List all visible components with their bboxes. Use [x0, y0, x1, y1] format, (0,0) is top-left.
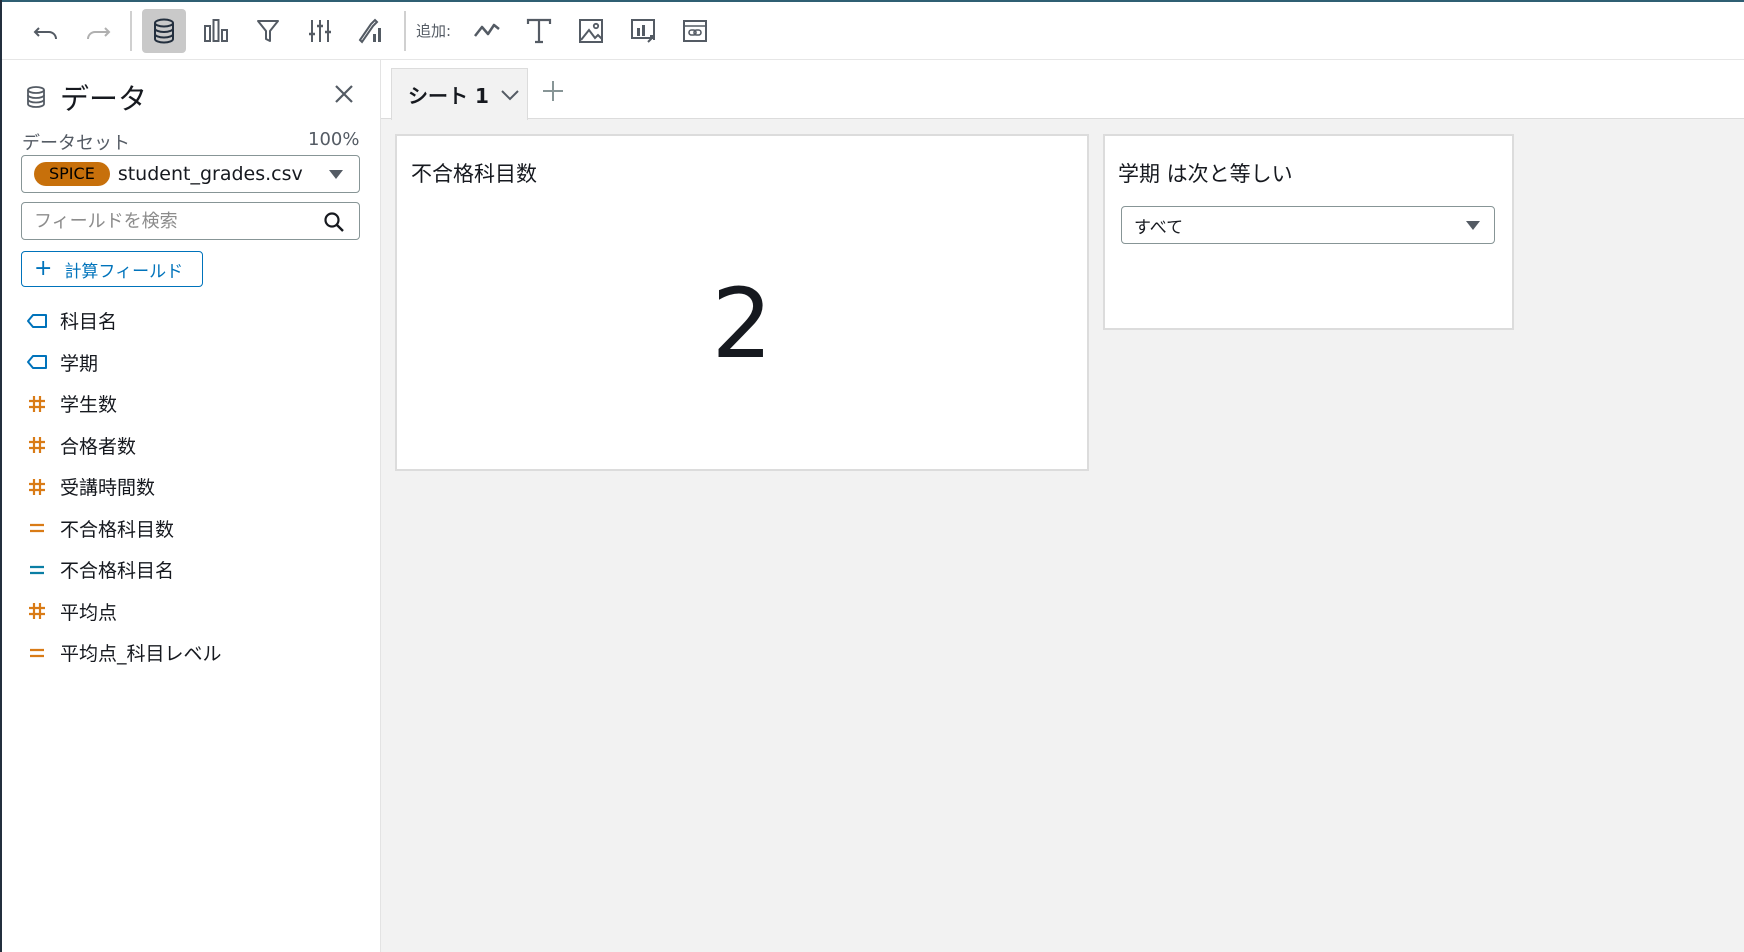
sheet-canvas: シート 1 不合格科目数 2 学期 は次と等しい すべて: [381, 60, 1744, 952]
field-name: 受講時間数: [60, 477, 156, 500]
toolbar: 追加:: [2, 2, 1744, 60]
insights-icon: [358, 18, 381, 44]
sheet-tab-bar: シート 1: [381, 60, 1744, 120]
field-item[interactable]: 合格者数: [26, 425, 222, 467]
dataset-name: student_grades.csv: [117, 163, 303, 185]
redo-icon: [87, 26, 111, 39]
close-icon[interactable]: [330, 80, 358, 108]
insights-button[interactable]: [350, 9, 394, 53]
field-search: [21, 202, 360, 240]
sliders-icon: [309, 19, 331, 42]
undo-icon: [33, 26, 57, 39]
field-item[interactable]: 受講時間数: [26, 466, 222, 508]
field-item[interactable]: 不合格科目名: [26, 549, 222, 591]
sheet-tab-label: シート 1: [408, 84, 489, 108]
measure-hash-icon: [26, 434, 48, 456]
text-icon: [526, 18, 552, 43]
filter-control-value: すべて: [1134, 217, 1184, 238]
field-search-input[interactable]: [34, 210, 314, 232]
field-name: 学生数: [60, 394, 118, 417]
spice-badge: SPICE: [34, 162, 110, 186]
add-text-button[interactable]: [517, 9, 561, 53]
bar-chart-icon: [204, 18, 228, 42]
field-item[interactable]: 不合格科目数: [26, 508, 222, 550]
visualize-button[interactable]: [194, 9, 238, 53]
add-image-button[interactable]: [569, 9, 613, 53]
add-sheet-icon[interactable]: [538, 76, 568, 106]
embed-visual-icon: [631, 18, 656, 43]
add-calculated-field-button[interactable]: + 計算フィールド: [21, 251, 203, 287]
quicksight-analysis: 追加: データ データセット 100% SPICE student_grades…: [0, 0, 1744, 952]
measure-hash-icon: [26, 393, 48, 415]
field-item[interactable]: 学生数: [26, 383, 222, 425]
calculated-field-icon: [26, 642, 48, 664]
filter-control-title: 学期 は次と等しい: [1118, 162, 1293, 186]
tab-sheet-1[interactable]: シート 1: [391, 68, 528, 120]
dimension-tag-icon: [26, 351, 48, 373]
filter-button[interactable]: [246, 9, 290, 53]
undo-button[interactable]: [24, 9, 68, 53]
line-chart-icon: [474, 23, 500, 37]
field-item[interactable]: 科目名: [26, 300, 222, 342]
field-name: 学期: [60, 352, 99, 375]
kpi-visual[interactable]: 不合格科目数 2: [395, 134, 1089, 471]
add-embedded-visual-button[interactable]: [621, 9, 665, 53]
image-icon: [579, 18, 604, 43]
filter-control-dropdown[interactable]: すべて: [1121, 206, 1495, 244]
caret-down-icon: [1466, 221, 1480, 230]
field-name: 平均点: [60, 601, 118, 624]
field-name: 科目名: [60, 311, 118, 334]
field-name: 平均点_科目レベル: [60, 643, 222, 666]
data-panel: データ データセット 100% SPICE student_grades.csv…: [2, 60, 381, 952]
database-icon: [27, 86, 45, 108]
plus-icon: +: [34, 256, 53, 281]
parameters-button[interactable]: [298, 9, 342, 53]
dimension-tag-icon: [26, 310, 48, 332]
dataset-label: データセット: [22, 133, 130, 154]
redo-button[interactable]: [76, 9, 120, 53]
calculated-field-icon: [26, 559, 48, 581]
search-icon[interactable]: [323, 211, 345, 233]
calculated-field-icon: [26, 517, 48, 539]
toolbar-divider-2: [404, 10, 406, 51]
dataset-icon: [154, 18, 174, 43]
dataset-button[interactable]: [142, 8, 186, 53]
field-name: 合格者数: [60, 435, 137, 458]
chevron-down-icon[interactable]: [499, 85, 521, 105]
add-link-button[interactable]: [673, 9, 717, 53]
filter-icon: [257, 19, 279, 42]
field-name: 不合格科目名: [60, 560, 175, 583]
toolbar-divider: [130, 10, 132, 51]
panel-title: データ: [60, 82, 148, 116]
field-item[interactable]: 平均点: [26, 591, 222, 633]
measure-hash-icon: [26, 600, 48, 622]
field-item[interactable]: 平均点_科目レベル: [26, 632, 222, 674]
dataset-percent: 100%: [308, 129, 360, 150]
filter-control-visual[interactable]: 学期 は次と等しい すべて: [1103, 134, 1514, 330]
calc-field-label: 計算フィールド: [64, 261, 184, 282]
link-icon: [683, 19, 708, 42]
field-list: 科目名 学期 学生数 合格者数 受講時間数 不合格科目数 不合格科目名 平均点 …: [26, 300, 222, 674]
panel-header: データ: [22, 76, 147, 118]
caret-down-icon: [329, 170, 343, 179]
kpi-value: 2: [711, 268, 773, 380]
measure-hash-icon: [26, 476, 48, 498]
add-label: 追加:: [416, 22, 452, 40]
field-name: 不合格科目数: [60, 518, 175, 541]
kpi-title: 不合格科目数: [411, 162, 537, 186]
add-line-chart-button[interactable]: [465, 9, 509, 53]
dataset-select[interactable]: SPICE student_grades.csv: [21, 155, 360, 193]
field-item[interactable]: 学期: [26, 342, 222, 384]
